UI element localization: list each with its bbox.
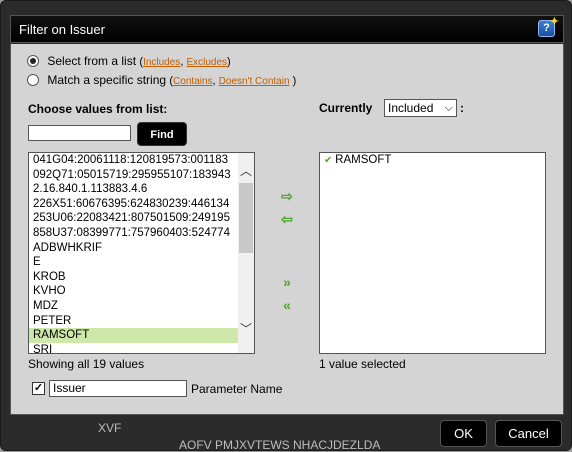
sparkle-icon: ✦ xyxy=(549,16,559,28)
selected-values-listbox[interactable]: ✔ RAMSOFT xyxy=(319,152,546,354)
list-item[interactable]: 041G04:20061118:120819573:001183 xyxy=(29,153,238,168)
dialog-title: Filter on Issuer xyxy=(19,22,105,37)
currently-select-value: Included xyxy=(388,101,434,115)
excludes-link[interactable]: Excludes xyxy=(186,57,227,68)
left-status: Showing all 19 values xyxy=(28,357,145,371)
list-item[interactable]: MDZ xyxy=(29,299,238,314)
list-item[interactable]: PETER xyxy=(29,314,238,329)
doesnt-contain-link[interactable]: Doesn't Contain xyxy=(219,76,290,87)
chevron-down-icon: ⌵ xyxy=(444,102,453,114)
check-icon: ✔ xyxy=(324,155,336,166)
background-text: AOFV PMJXVTEWS NHACJDEZLDA xyxy=(179,438,381,452)
match-string-label: Match a specific string xyxy=(47,73,167,87)
selected-values-list: ✔ RAMSOFT xyxy=(320,153,545,168)
selected-list-item[interactable]: ✔ RAMSOFT xyxy=(320,153,529,168)
listbox-scrollbar[interactable]: ︿ ﹀ xyxy=(238,153,254,353)
currently-colon: : xyxy=(460,101,464,115)
list-item[interactable]: SRI xyxy=(29,343,238,353)
parameter-checkbox[interactable]: ✓ xyxy=(32,382,45,395)
add-selected-arrow-icon[interactable]: ⇨ xyxy=(279,189,295,203)
add-all-arrow-icon[interactable]: » xyxy=(279,275,295,289)
scroll-down-icon[interactable]: ﹀ xyxy=(238,321,254,337)
dialog-titlebar: Filter on Issuer ? ✦ xyxy=(10,15,564,43)
cancel-button[interactable]: Cancel xyxy=(495,420,562,447)
list-item[interactable]: E xyxy=(29,255,238,270)
scroll-thumb[interactable] xyxy=(239,183,253,253)
parameter-name-input[interactable]: Issuer xyxy=(49,380,187,397)
filter-dialog: Filter on Issuer ? ✦ Select from a list (… xyxy=(0,0,572,452)
contains-link[interactable]: Contains xyxy=(173,76,212,87)
right-status: 1 value selected xyxy=(319,357,406,371)
selected-item-label: RAMSOFT xyxy=(335,154,392,166)
match-string-radio[interactable] xyxy=(27,74,39,86)
help-icon[interactable]: ? ✦ xyxy=(538,16,559,37)
dialog-content: Select from a list (Includes, Excludes) … xyxy=(10,44,564,415)
match-string-option[interactable]: Match a specific string (Contains, Doesn… xyxy=(27,73,296,87)
select-from-list-label: Select from a list xyxy=(47,54,137,68)
values-listbox[interactable]: 041G04:20061118:120819573:001183 092Q71:0… xyxy=(28,152,255,354)
list-item[interactable]: ADBWHKRIF xyxy=(29,241,238,256)
background-text: XVF xyxy=(98,421,122,435)
choose-values-heading: Choose values from list: xyxy=(28,102,168,116)
list-item[interactable]: 2.16.840.1.113883.4.6 xyxy=(29,182,238,197)
list-item[interactable]: KROB xyxy=(29,270,238,285)
find-button[interactable]: Find xyxy=(137,122,187,146)
ok-button[interactable]: OK xyxy=(440,420,487,447)
scroll-up-icon[interactable]: ︿ xyxy=(238,163,254,179)
remove-selected-arrow-icon[interactable]: ⇦ xyxy=(279,212,295,226)
remove-all-arrow-icon[interactable]: « xyxy=(279,298,295,312)
list-item[interactable]: 253U06:22083421:807501509:249195 xyxy=(29,211,238,226)
values-list: 041G04:20061118:120819573:001183 092Q71:0… xyxy=(29,153,254,353)
select-from-list-radio[interactable] xyxy=(27,55,39,67)
select-from-list-option[interactable]: Select from a list (Includes, Excludes) xyxy=(27,54,231,68)
list-item[interactable]: RAMSOFT xyxy=(29,328,238,343)
list-item[interactable]: 092Q71:05015719:295955107:183943 xyxy=(29,168,238,183)
currently-label: Currently xyxy=(319,101,373,115)
list-item[interactable]: 226X51:60676395:624830239:446134 xyxy=(29,197,238,212)
list-item[interactable]: KVHO xyxy=(29,284,238,299)
list-item[interactable]: 858U37:08399771:757960403:524774 xyxy=(29,226,238,241)
search-input[interactable] xyxy=(28,125,131,141)
parameter-name-label: Parameter Name xyxy=(191,382,283,396)
includes-link[interactable]: Includes xyxy=(143,57,180,68)
currently-select[interactable]: Included ⌵ xyxy=(384,99,457,117)
